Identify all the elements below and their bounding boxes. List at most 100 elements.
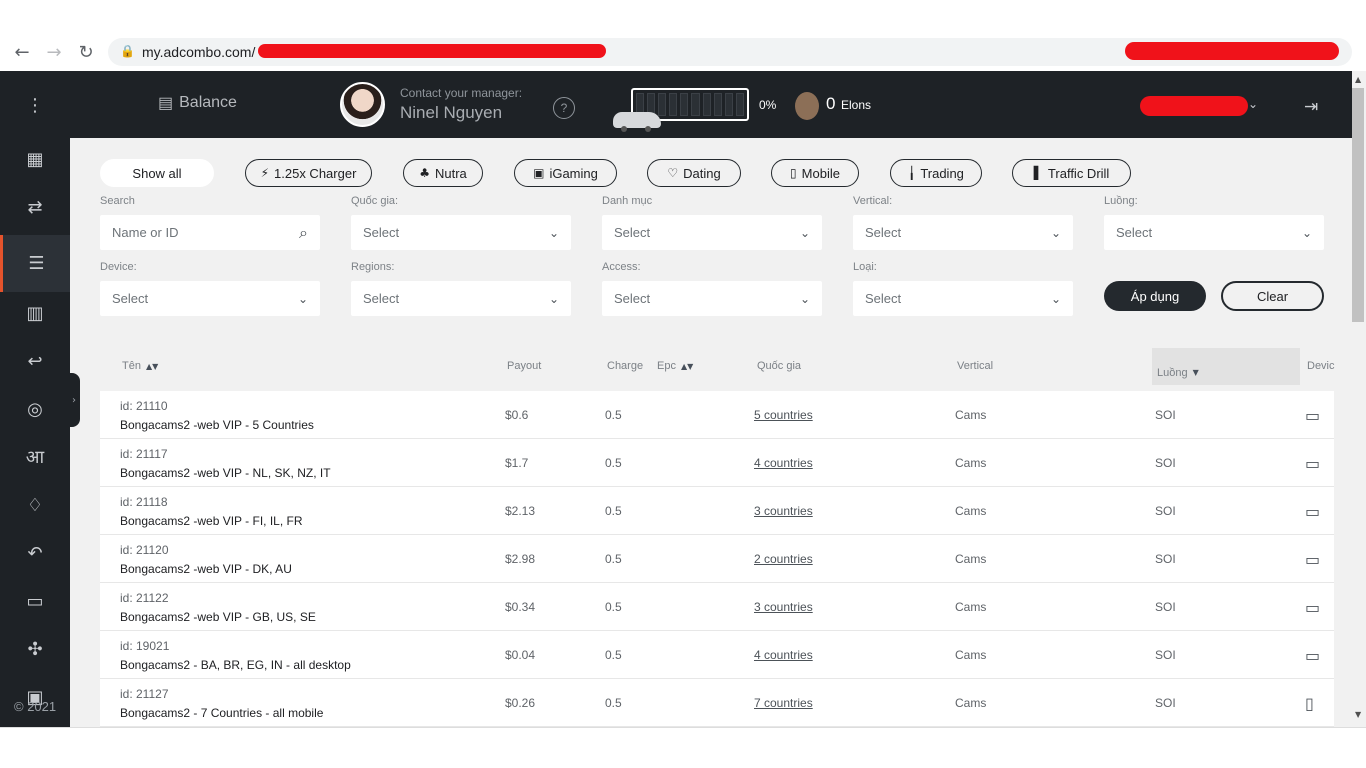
bell-icon[interactable]: ♢: [0, 481, 70, 529]
history-icon[interactable]: ↶: [0, 529, 70, 577]
type-label: Loại:: [853, 261, 877, 273]
chip-trading[interactable]: ╽ Trading: [890, 159, 982, 187]
laptop-icon: ▭: [1305, 550, 1321, 569]
contact-manager-label: Contact your manager:: [400, 86, 523, 100]
manager-name[interactable]: Ninel Nguyen: [400, 103, 502, 123]
logout-icon[interactable]: ⇥: [1304, 97, 1318, 117]
clear-button[interactable]: Clear: [1221, 281, 1324, 311]
chip-dating[interactable]: ♡ Dating: [647, 159, 741, 187]
offer-table: id: 21110 Bongacams2 -web VIP - 5 Countri…: [100, 391, 1334, 727]
header-epc[interactable]: Epc ▲▼: [657, 360, 693, 372]
mobile-icon: ▯: [1305, 694, 1314, 713]
balance-button[interactable]: ▤ Balance: [158, 93, 237, 113]
sort-icon: ▲▼: [680, 361, 694, 371]
category-select[interactable]: Select ⌄: [602, 215, 822, 250]
header-payout: Payout: [507, 360, 542, 372]
heart-icon: ♡: [667, 166, 679, 180]
chevron-down-icon: ⌄: [1050, 291, 1061, 306]
table-row[interactable]: id: 21117 Bongacams2 -web VIP - NL, SK, N…: [100, 439, 1334, 487]
chip-charger[interactable]: ⚡ 1.25x Charger: [245, 159, 372, 187]
reload-icon[interactable]: ↻: [74, 40, 98, 64]
chip-igaming[interactable]: ▣ iGaming: [514, 159, 617, 187]
chip-traffic-drill[interactable]: ▌ Traffic Drill: [1012, 159, 1131, 187]
store-icon[interactable]: ▭: [0, 577, 70, 625]
laptop-icon: ▭: [1305, 502, 1321, 521]
adcombo-app: ▤ Balance Contact your manager: Ninel Ngu…: [0, 71, 1352, 727]
offers-list-icon[interactable]: ☰: [0, 235, 70, 292]
search-label: Search: [100, 195, 135, 207]
laptop-icon: ▭: [1305, 454, 1321, 473]
vertical-label: Vertical:: [853, 195, 893, 207]
menu-dots-icon[interactable]: ⋮: [0, 81, 70, 129]
header-stream[interactable]: Luồng ▼: [1152, 348, 1300, 385]
redaction-mark: [258, 44, 606, 58]
chip-nutra[interactable]: ♣ Nutra: [403, 159, 483, 187]
forward-icon[interactable]: →: [42, 40, 66, 64]
table-row[interactable]: id: 21118 Bongacams2 -web VIP - FI, IL, F…: [100, 487, 1334, 535]
regions-select[interactable]: Select ⌄: [351, 281, 571, 316]
laptop-icon: ▭: [1305, 406, 1321, 425]
laptop-icon: ▭: [1305, 598, 1321, 617]
chevron-down-icon: ⌄: [1301, 225, 1312, 240]
chart-candle-icon: ╽: [908, 166, 916, 180]
device-label: Device:: [100, 261, 137, 273]
lightning-icon: ⚡: [260, 166, 270, 180]
table-row[interactable]: id: 21120 Bongacams2 -web VIP - DK, AU $2.…: [100, 535, 1334, 583]
header-name[interactable]: Tên ▲▼: [122, 360, 158, 372]
table-row[interactable]: id: 19021 Bongacams2 - BA, BR, EG, IN - a…: [100, 631, 1334, 679]
dice-icon: ▣: [533, 166, 545, 180]
drill-icon: ▌: [1033, 166, 1043, 180]
chevron-down-icon: ⌄: [297, 291, 308, 306]
header-charge: Charge: [607, 360, 644, 372]
table-header: Tên ▲▼ Payout Charge Epc ▲▼ Quốc gia Verti…: [100, 348, 1335, 385]
chip-show-all[interactable]: Show all: [100, 159, 214, 187]
address-bar[interactable]: 🔒 my.adcombo.com/: [108, 38, 1352, 66]
device-select[interactable]: Select ⌄: [100, 281, 320, 316]
type-select[interactable]: Select ⌄: [853, 281, 1073, 316]
lock-icon: 🔒: [120, 44, 135, 58]
phone-icon: ▯: [790, 166, 797, 180]
vertical-select[interactable]: Select ⌄: [853, 215, 1073, 250]
taskbar-area: [0, 727, 1366, 768]
chevron-down-icon[interactable]: ⌄: [1248, 97, 1258, 111]
search-field[interactable]: Name or ID ⌕: [100, 215, 320, 250]
header-vertical: Vertical: [957, 360, 994, 372]
access-select[interactable]: Select ⌄: [602, 281, 822, 316]
laptop-icon: ▭: [1305, 646, 1321, 665]
browser-tab-strip: [0, 0, 1366, 35]
newspaper-icon[interactable]: ▦: [0, 135, 70, 183]
elons-label: Elons: [841, 98, 872, 112]
gift-icon[interactable]: ✣: [0, 625, 70, 673]
back-icon[interactable]: ←: [10, 40, 34, 64]
regions-label: Regions:: [351, 261, 395, 273]
return-icon[interactable]: ↩: [0, 337, 70, 385]
scrollbar-thumb[interactable]: [1352, 88, 1364, 322]
chevron-down-icon: ⌄: [548, 291, 559, 306]
header-device: Devic: [1307, 360, 1335, 372]
chip-mobile[interactable]: ▯ Mobile: [771, 159, 859, 187]
table-row[interactable]: id: 21110 Bongacams2 -web VIP - 5 Countri…: [100, 391, 1334, 439]
shuffle-icon[interactable]: ⇄: [0, 183, 70, 231]
category-label: Danh mục: [602, 195, 653, 207]
apply-button[interactable]: Áp dụng: [1104, 281, 1206, 311]
country-select[interactable]: Select ⌄: [351, 215, 571, 250]
chevron-down-icon: ⌄: [548, 225, 559, 240]
sidebar-expand-tab[interactable]: ›: [68, 373, 80, 427]
chevron-down-icon: ⌄: [1050, 225, 1061, 240]
table-row[interactable]: id: 21127 Bongacams2 - 7 Countries - all …: [100, 679, 1334, 727]
chevron-down-icon: ⌄: [799, 291, 810, 306]
stream-select[interactable]: Select ⌄: [1104, 215, 1324, 250]
wallet-icon: ▤: [158, 95, 174, 112]
sidebar: ⋮ ▦ ⇄ ☰ ▥ ↩ ◎ आ ♢ ↶ ▭ ✣ ▣ © 2021: [0, 71, 70, 727]
scroll-up-icon[interactable]: ▲: [1355, 75, 1361, 84]
globe-icon[interactable]: ◎: [0, 385, 70, 433]
language-icon[interactable]: आ: [0, 433, 70, 481]
help-icon[interactable]: ?: [553, 97, 575, 119]
elon-avatar: [795, 92, 819, 120]
bar-chart-icon[interactable]: ▥: [0, 289, 70, 337]
elons-count: 0: [826, 94, 836, 113]
table-row[interactable]: id: 21122 Bongacams2 -web VIP - GB, US, S…: [100, 583, 1334, 631]
stream-label: Luồng:: [1104, 195, 1138, 207]
chevron-down-icon: ⌄: [799, 225, 810, 240]
scroll-down-icon[interactable]: ▼: [1355, 710, 1361, 719]
